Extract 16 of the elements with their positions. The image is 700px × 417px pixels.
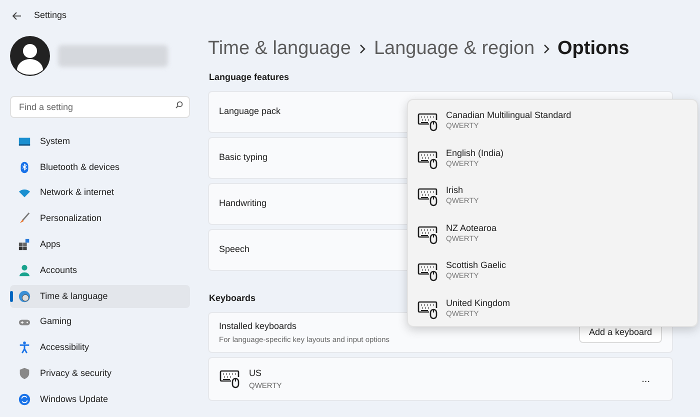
keyboard-name: NZ Aotearoa: [446, 222, 497, 234]
keyboard-name: English (India): [446, 148, 504, 159]
setting-title: Basic typing: [219, 150, 268, 164]
section-heading: Language features: [209, 71, 290, 84]
keyboard-name: United Kingdom: [446, 298, 510, 309]
window-title: Settings: [34, 9, 67, 22]
setting-title: Speech: [219, 242, 250, 256]
setting-title: Installed keyboards: [219, 320, 297, 334]
keyboard-name: US: [249, 366, 263, 380]
section-heading: Keyboards: [209, 292, 256, 305]
setting-title: Language pack: [219, 104, 281, 118]
page-title: Options: [558, 36, 630, 61]
keyboard-name: Irish: [446, 185, 464, 196]
keyboard-name: Canadian Multilingual Standard: [446, 110, 572, 122]
keyboard-name: Scottish Gaelic: [446, 260, 506, 272]
setting-title: Handwriting: [219, 196, 267, 210]
